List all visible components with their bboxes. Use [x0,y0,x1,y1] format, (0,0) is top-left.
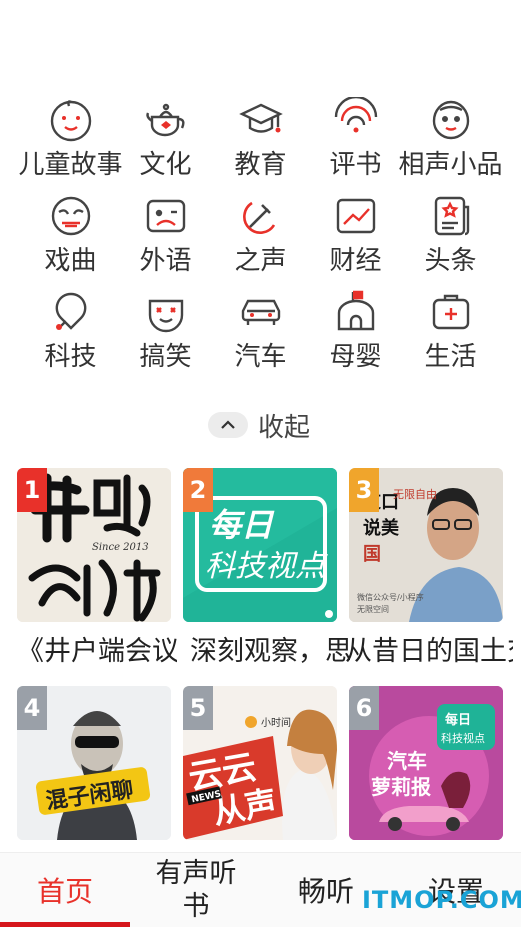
nav-active-indicator [0,922,130,927]
category-voice[interactable]: 之声 [213,192,308,288]
collapse-label: 收起 [258,412,311,443]
card-title[interactable]: 深刻观察，思科 [190,636,350,668]
teapot-icon [142,96,190,144]
svg-text:科技视点: 科技视点 [205,549,328,584]
category-label: 评书 [329,150,382,180]
category-finance[interactable]: 财经 [308,192,403,288]
watermark: ITMOP.COM [362,886,521,914]
category-funny[interactable]: 搞笑 [118,288,213,384]
rank-card-4[interactable]: 混子闲聊 4 [17,686,171,840]
category-row-2: 戏曲 外语 之声 财经 头条 [0,192,521,288]
category-label: 儿童故事 [18,150,123,180]
rank-badge: 4 [17,686,47,730]
nav-home[interactable]: 首页 [0,853,130,927]
category-headlines[interactable]: 头条 [403,192,498,288]
chevron-up-icon [208,412,248,438]
rank-card-2[interactable]: 每日 科技视点 2 [183,468,337,622]
rank-badge: 2 [183,468,213,512]
rank-badge: 1 [17,468,47,512]
category-label: 搞笑 [139,342,192,372]
trend-chart-icon [332,192,380,240]
category-crosstalk[interactable]: 相声小品 [399,96,503,192]
rank-card-6[interactable]: 每日 科技视点 汽车 萝莉报 6 [349,686,503,840]
category-auto[interactable]: 汽车 [213,288,308,384]
collapse-button[interactable]: 收起 [208,408,311,443]
category-label: 外语 [139,246,192,276]
news-star-icon [427,192,475,240]
opera-mask-icon [47,192,95,240]
svg-text:科技视点: 科技视点 [441,731,485,745]
funny-face-icon [142,288,190,336]
hammer-sickle-icon [237,192,285,240]
svg-text:无限空间: 无限空间 [357,604,389,614]
category-label: 生活 [424,342,477,372]
svg-text:汽车: 汽车 [387,749,427,773]
category-technology[interactable]: 科技 [23,288,118,384]
category-label: 戏曲 [44,246,97,276]
house-flag-icon [332,288,380,336]
rank-badge: 6 [349,686,379,730]
language-card-icon [142,192,190,240]
category-label: 母婴 [329,342,382,372]
category-label: 财经 [329,246,382,276]
rank-badge: 5 [183,686,213,730]
cover-subtitle: Since 2013 [92,542,149,553]
medkit-icon [427,288,475,336]
nav-label: 畅听 [297,875,354,908]
baby-face-icon [47,96,95,144]
category-foreign-language[interactable]: 外语 [118,192,213,288]
nav-audiobooks[interactable]: 有声听书 [140,853,252,927]
cover-subtitle: 无限自由 [393,487,437,501]
graduation-cap-icon [237,96,285,144]
category-education[interactable]: 教育 [213,96,308,192]
card-title[interactable]: 从昔日的国土交策到第 [345,636,513,668]
rank-card-1[interactable]: Since 2013 1 [17,468,171,622]
card-title[interactable]: 《井户端会议》目 [17,636,177,668]
category-children-stories[interactable]: 儿童故事 [19,96,123,192]
category-mother-baby[interactable]: 母婴 [308,288,403,384]
category-label: 头条 [424,246,477,276]
svg-text:每日: 每日 [209,506,275,544]
category-label: 科技 [44,342,97,372]
category-row-3: 科技 搞笑 汽车 母婴 生活 [0,288,521,384]
car-icon [237,288,285,336]
svg-text:每日: 每日 [445,712,471,728]
cover-subtitle: 小时间 [261,716,291,729]
category-opera[interactable]: 戏曲 [23,192,118,288]
category-storytelling[interactable]: 评书 [308,96,403,192]
nav-label: 有声听书 [155,858,237,922]
category-label: 教育 [234,150,287,180]
bulb-icon [47,288,95,336]
category-label: 汽车 [234,342,287,372]
nav-label: 首页 [36,875,93,908]
category-label: 之声 [234,246,287,276]
rank-badge: 3 [349,468,379,512]
svg-text:微信公众号/小程序: 微信公众号/小程序 [357,592,424,602]
rank-card-5[interactable]: 云云 从声 小时间 NEWS 5 [183,686,337,840]
category-life[interactable]: 生活 [403,288,498,384]
comedian-face-icon [427,96,475,144]
svg-text:萝莉报: 萝莉报 [371,775,431,799]
category-label: 相声小品 [398,150,503,180]
fan-icon [332,96,380,144]
svg-text:说美: 说美 [363,517,399,539]
category-grid: 儿童故事 文化 教育 评书 相声小品 戏曲 外语 之声 财经 头条 科技 搞笑 … [0,96,521,384]
svg-text:国: 国 [363,544,381,565]
category-culture[interactable]: 文化 [118,96,213,192]
category-row-1: 儿童故事 文化 教育 评书 相声小品 [0,96,521,192]
category-label: 文化 [139,150,192,180]
rank-card-3[interactable]: 道口 说美 国 无限自由 微信公众号/小程序 无限空间 3 [349,468,503,622]
